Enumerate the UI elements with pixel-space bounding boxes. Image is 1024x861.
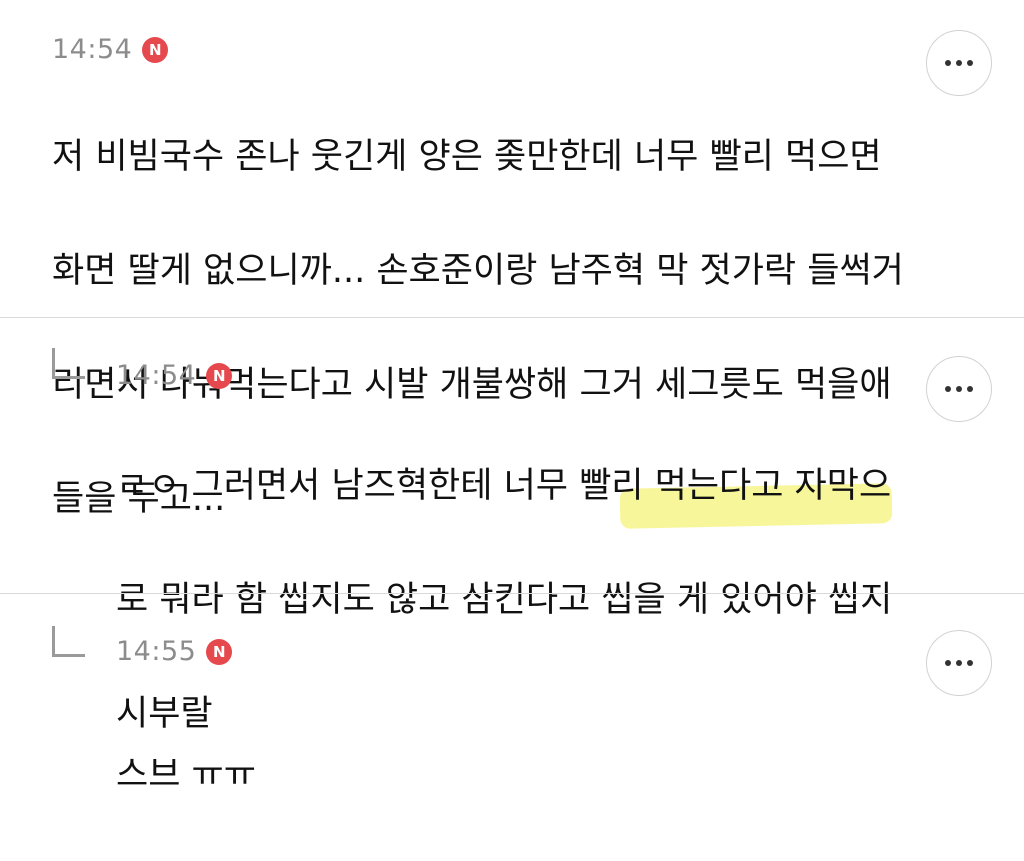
dot-icon [945, 60, 951, 66]
timestamp: 14:54 [116, 360, 197, 391]
dot-icon [945, 660, 951, 666]
dot-icon [956, 60, 962, 66]
comment-line: 로 뭐라 함 씹지도 않고 삼킨다고 씹을 게 있어야 씹지 [116, 580, 893, 620]
new-badge-icon: N [206, 638, 233, 665]
comment-line: ㄹㅇ 그러면서 남즈혁한테 너무 빨리 먹는다고 자막으 [116, 466, 892, 506]
reply-arrow-icon [52, 348, 85, 379]
comment-line: 저 비빔국수 존나 웃긴게 양은 좆만한데 너무 빨리 먹으면 [52, 137, 882, 177]
more-options-button[interactable] [926, 630, 992, 696]
comment-text: 스브 ㅠㅠ [116, 690, 256, 861]
comment-line: 화면 딸게 없으니까... 손호준이랑 남주혁 막 젓가락 들썩거 [52, 251, 904, 291]
divider [0, 317, 1024, 318]
dot-icon [967, 386, 973, 392]
dot-icon [956, 660, 962, 666]
more-options-button[interactable] [926, 30, 992, 96]
reply-arrow-icon [52, 626, 85, 657]
comment-meta: 14:55 N [116, 636, 233, 667]
timestamp: 14:54 [52, 34, 133, 65]
new-badge-icon: N [206, 362, 233, 389]
more-options-button[interactable] [926, 356, 992, 422]
comment-meta: 14:54 N [52, 34, 169, 65]
comment-line: 스브 ㅠㅠ [116, 755, 256, 795]
dot-icon [956, 386, 962, 392]
dot-icon [945, 386, 951, 392]
timestamp: 14:55 [116, 636, 197, 667]
dot-icon [967, 60, 973, 66]
dot-icon [967, 660, 973, 666]
divider [0, 593, 1024, 594]
comment-meta: 14:54 N [116, 360, 233, 391]
new-badge-icon: N [142, 36, 169, 63]
